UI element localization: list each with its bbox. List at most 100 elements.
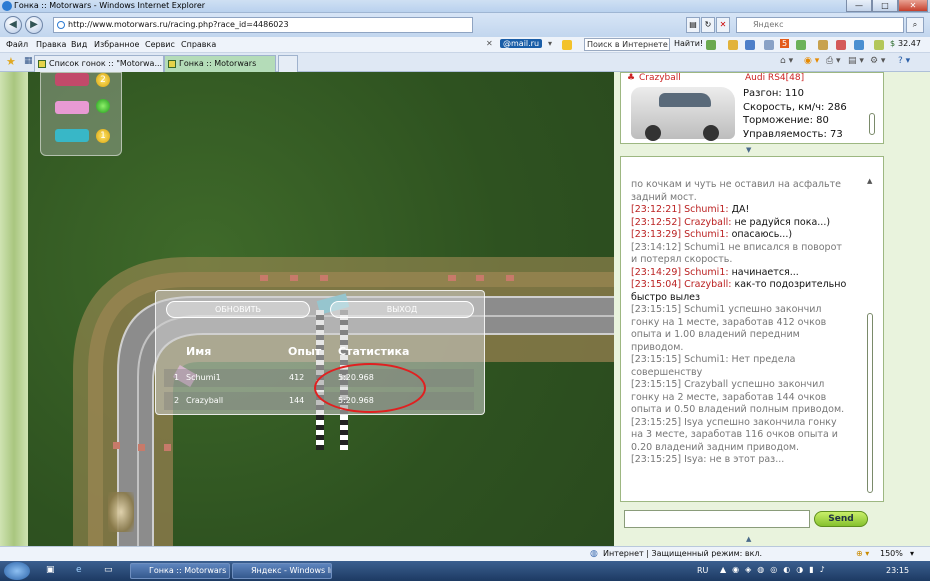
page-menu-icon[interactable]: ▤ ▾	[848, 56, 864, 66]
quicklaunch-desktop-icon[interactable]: ▭	[104, 565, 113, 575]
toolbar-search-input[interactable]: Поиск в Интернете	[584, 38, 670, 51]
quicklaunch-folder-icon[interactable]: ▣	[46, 565, 55, 575]
chat-line: [23:15:15] Schumi1: Нет предела	[631, 354, 867, 367]
tab-row: ★ ▦ Список гонок :: "Motorwa... Гонка ::…	[0, 53, 930, 72]
chat-author[interactable]: Schumi1:	[684, 229, 728, 240]
menu-edit[interactable]: Правка	[36, 40, 66, 49]
toolbar-search-placeholder: Поиск в Интернете	[587, 40, 668, 49]
car-thumb-1	[55, 73, 89, 86]
car-image	[631, 87, 735, 141]
currency-rate[interactable]: 32.47	[898, 39, 921, 48]
chat-timestamp: [23:14:29]	[631, 266, 682, 278]
toolbar-mail-icon[interactable]	[764, 40, 774, 50]
chat-line: по кочкам и чуть не оставил на асфальте	[631, 179, 867, 192]
toolbar-user-icon[interactable]	[745, 40, 755, 50]
car-scrollbar[interactable]	[869, 113, 875, 135]
language-indicator[interactable]: RU	[697, 566, 708, 575]
mail-dropdown-icon[interactable]: ▾	[548, 39, 552, 48]
toolbar-game-icon[interactable]	[796, 40, 806, 50]
tools-menu-icon[interactable]: ⚙ ▾	[870, 56, 885, 66]
refresh-button[interactable]: ОБНОВИТЬ	[166, 301, 310, 318]
search-input[interactable]: Яндекс	[736, 17, 904, 33]
zoom-level[interactable]: 150%	[880, 549, 903, 558]
mail-ru-logo[interactable]: @mail.ru	[500, 39, 543, 48]
print-icon[interactable]: ⎙ ▾	[826, 56, 841, 66]
crash-smoke	[108, 492, 134, 532]
chat-author[interactable]: Crazyball:	[684, 217, 731, 228]
car-owner[interactable]: Crazyball	[639, 73, 681, 83]
taskbar-item-race[interactable]: Гонка :: Motorwars - ...	[130, 563, 230, 579]
car-info-box: ♣ Crazyball Audi RS4[48] Разгон: 110 Ско…	[620, 72, 884, 144]
race-results-panel: ОБНОВИТЬ ВЫХОД Имя Опыт Статистика 1 Sch…	[155, 290, 485, 415]
chat-line: [23:15:25] Isya: не в этот раз...	[631, 454, 867, 467]
chat-timestamp: [23:15:04]	[631, 279, 682, 290]
toolbar-pen-icon[interactable]	[728, 40, 738, 50]
back-icon[interactable]: ◀	[4, 16, 22, 34]
chat-line: [23:15:15] Crazyball успешно закончил	[631, 379, 867, 392]
chat-text: 0.20 владений задним приводом.	[631, 441, 800, 453]
chat-scroll-up-icon[interactable]: ▲	[867, 177, 872, 185]
taskbar-item-yandex[interactable]: Яндекс - Windows In...	[232, 563, 332, 579]
search-icon[interactable]: ⌕	[906, 17, 924, 33]
new-tab-button[interactable]	[278, 55, 298, 72]
chat-line: задний мост.	[631, 192, 867, 205]
chat-line: [23:13:29] Schumi1: опасаюсь...)	[631, 229, 867, 242]
minimize-button[interactable]: —	[846, 0, 872, 12]
window-title: Гонка :: Motorwars - Windows Internet Ex…	[14, 1, 206, 10]
chat-author[interactable]: Crazyball:	[684, 279, 731, 290]
toolbar-photo-icon[interactable]	[818, 40, 828, 50]
collapse-arrow-icon[interactable]: ▼	[746, 146, 751, 154]
toolbar-close-icon[interactable]: ✕	[486, 39, 493, 48]
address-bar[interactable]: http://www.motorwars.ru/racing.php?race_…	[53, 17, 473, 33]
menu-help[interactable]: Справка	[181, 40, 216, 49]
expand-arrow-icon[interactable]: ▲	[746, 535, 751, 543]
toolbar-font-icon[interactable]	[706, 40, 716, 50]
chat-input[interactable]	[624, 510, 810, 528]
motorwars-favicon-icon	[168, 60, 176, 68]
taskbar: ▣ e ▭ Гонка :: Motorwars - ... Яндекс - …	[0, 561, 930, 581]
search-engine-icon[interactable]	[562, 40, 572, 50]
quicklaunch-ie-icon[interactable]: e	[76, 565, 82, 575]
close-button[interactable]: ✕	[898, 0, 928, 12]
search-placeholder: Яндекс	[753, 20, 784, 29]
chat-line: [23:14:29] Schumi1: начинается...	[631, 267, 867, 280]
chat-text: не радуйся пока...)	[731, 216, 831, 228]
security-zone[interactable]: Интернет | Защищенный режим: вкл.	[603, 549, 762, 558]
clock[interactable]: 23:15	[886, 566, 909, 575]
menu-view[interactable]: Вид	[71, 40, 87, 49]
compat-view-icon[interactable]: ▤	[686, 17, 700, 33]
chat-line: [23:14:12] Schumi1 не вписался в поворот	[631, 242, 867, 255]
tab-race-list[interactable]: Список гонок :: "Motorwa...	[34, 55, 164, 72]
position-light-1: 2	[96, 73, 110, 87]
toolbar-music-icon[interactable]	[854, 40, 864, 50]
rss-icon[interactable]: ◉ ▾	[804, 56, 819, 66]
mail-count-badge[interactable]: 5	[780, 39, 790, 48]
row-exp: 144	[289, 396, 305, 405]
stop-icon[interactable]: ✕	[716, 17, 730, 33]
toolbar-video-icon[interactable]	[836, 40, 846, 50]
chat-author[interactable]: Schumi1:	[684, 267, 728, 278]
home-icon[interactable]: ⌂ ▾	[780, 56, 793, 66]
favorites-star-icon[interactable]: ★	[6, 55, 16, 68]
tab-race[interactable]: Гонка :: Motorwars	[164, 55, 276, 72]
menu-favorites[interactable]: Избранное	[94, 40, 139, 49]
help-icon[interactable]: ? ▾	[898, 56, 910, 66]
chat-author[interactable]: Schumi1:	[684, 204, 728, 215]
menu-file[interactable]: Файл	[6, 40, 28, 49]
forward-icon[interactable]: ▶	[25, 16, 43, 34]
chat-scrollbar[interactable]	[867, 313, 873, 493]
chat-messages: по кочкам и чуть не оставил на асфальте з…	[631, 179, 867, 467]
send-button[interactable]: Send	[814, 511, 868, 527]
tray-icons[interactable]: ▲◉◈◍◎◐◑▮♪	[720, 565, 831, 574]
toolbar-weather-icon[interactable]	[874, 40, 884, 50]
exit-button[interactable]: ВЫХОД	[330, 301, 474, 318]
find-button[interactable]: Найти!	[674, 39, 703, 48]
start-button[interactable]	[4, 562, 30, 580]
chat-box: по кочкам и чуть не оставил на асфальте з…	[620, 156, 884, 502]
zoom-dropdown-icon[interactable]: ▾	[910, 549, 914, 558]
chat-timestamp: [23:12:52]	[631, 216, 682, 228]
tab-list-icon[interactable]: ▦	[24, 56, 33, 66]
maximize-button[interactable]: □	[872, 0, 898, 12]
refresh-icon[interactable]: ↻	[701, 17, 715, 33]
menu-tools[interactable]: Сервис	[145, 40, 175, 49]
